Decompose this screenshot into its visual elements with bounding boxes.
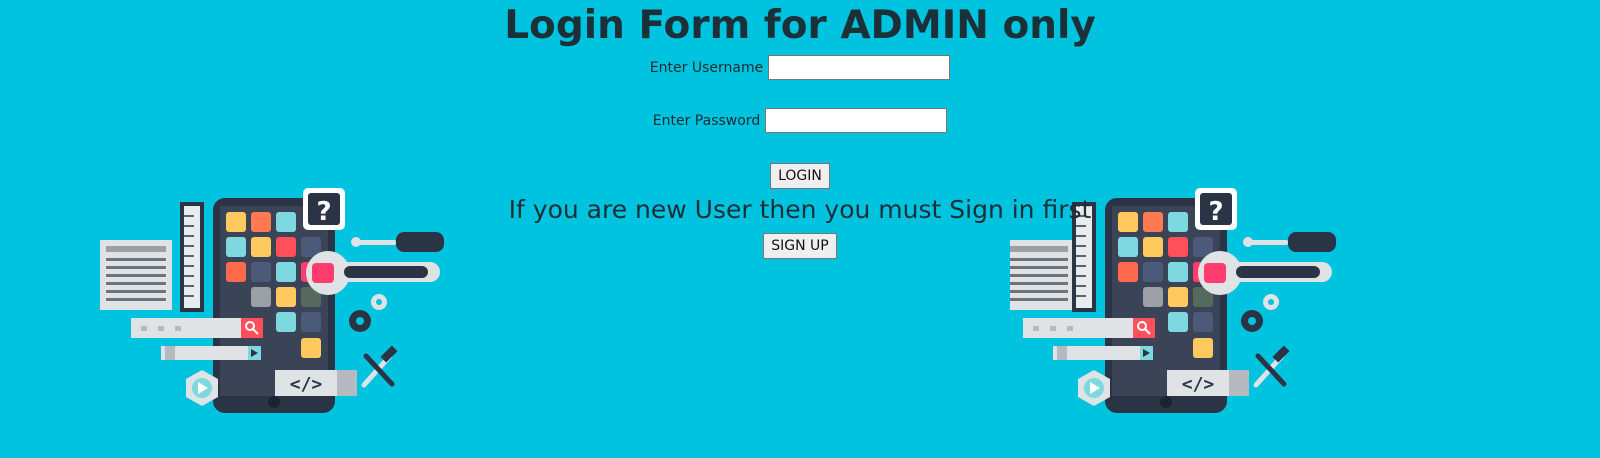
- login-button[interactable]: LOGIN: [770, 163, 830, 189]
- login-page: ? </> ? </> Login Form for ADMIN only En…: [0, 0, 1600, 458]
- password-input[interactable]: [765, 108, 948, 133]
- page-title: Login Form for ADMIN only: [504, 3, 1096, 48]
- password-label: Enter Password: [652, 112, 761, 129]
- username-row: Enter Username: [0, 55, 1600, 80]
- login-button-row: LOGIN: [0, 163, 1600, 189]
- code-tag-text: </>: [290, 374, 323, 395]
- signup-notice: If you are new User then you must Sign i…: [508, 195, 1092, 224]
- code-tag-text: </>: [1182, 374, 1215, 395]
- username-input[interactable]: [768, 55, 951, 80]
- password-row: Enter Password: [0, 108, 1600, 133]
- username-label: Enter Username: [649, 59, 764, 76]
- signup-button-row: SIGN UP: [0, 233, 1600, 259]
- signup-button[interactable]: SIGN UP: [763, 233, 837, 259]
